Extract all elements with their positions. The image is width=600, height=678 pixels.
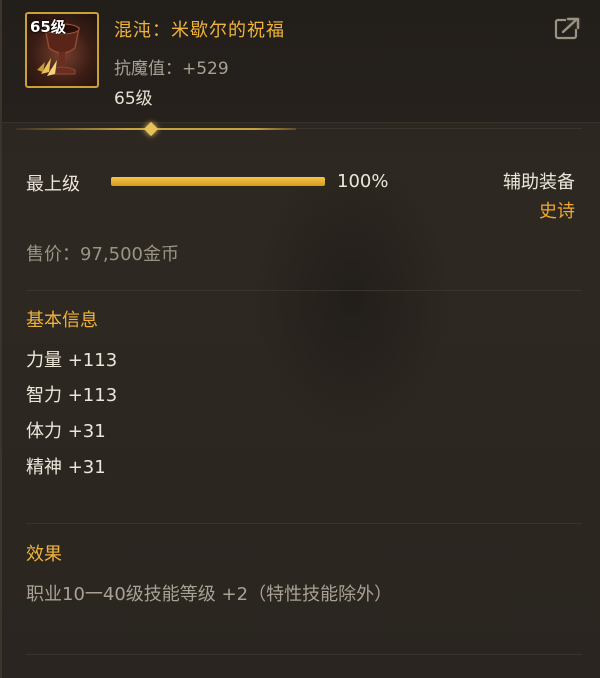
background-emblem bbox=[252, 180, 452, 440]
sell-price: 售价：97,500金币 bbox=[26, 244, 179, 265]
stat-line: 体力 +31 bbox=[26, 421, 106, 442]
grade-progress-fill bbox=[111, 177, 325, 186]
effect-title: 效果 bbox=[26, 544, 62, 565]
goblet-icon: 65级 bbox=[25, 12, 99, 88]
rarity-label: 史诗 bbox=[539, 201, 575, 222]
icon-level-badge: 65级 bbox=[30, 18, 66, 36]
item-tooltip-panel: 65级 混沌：米歇尔的祝福 抗魔值：+529 65级 最上级 100% 辅助装备… bbox=[0, 0, 600, 678]
stat-line: 精神 +31 bbox=[26, 457, 106, 478]
resist-value: 抗魔值：+529 bbox=[114, 59, 229, 79]
stat-line: 智力 +113 bbox=[26, 385, 118, 406]
section-divider bbox=[26, 523, 582, 524]
divider-gem-icon bbox=[143, 121, 159, 137]
effect-description: 职业10一40级技能等级 +2（特性技能除外） bbox=[26, 584, 393, 605]
item-name: 混沌：米歇尔的祝福 bbox=[114, 20, 285, 41]
header-divider-rest bbox=[296, 128, 582, 129]
share-icon[interactable] bbox=[554, 16, 582, 40]
section-divider bbox=[26, 290, 582, 291]
grade-label: 最上级 bbox=[26, 174, 80, 195]
section-divider bbox=[26, 654, 582, 655]
grade-progress-bar bbox=[111, 177, 325, 186]
stat-line: 力量 +113 bbox=[26, 350, 118, 371]
item-header: 65级 混沌：米歇尔的祝福 抗魔值：+529 65级 bbox=[2, 0, 600, 123]
item-level: 65级 bbox=[114, 89, 153, 109]
grade-percent: 100% bbox=[337, 171, 389, 192]
basic-info-title: 基本信息 bbox=[26, 310, 98, 331]
slot-type: 辅助装备 bbox=[503, 172, 575, 193]
